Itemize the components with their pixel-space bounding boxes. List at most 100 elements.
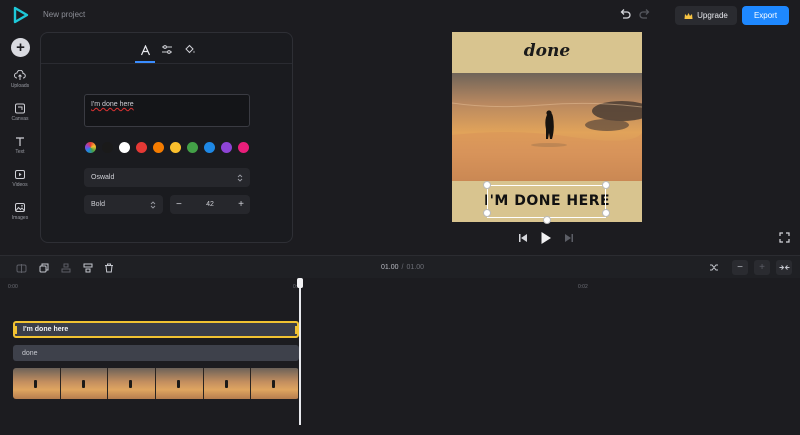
sidebar-item-text[interactable]: Text	[0, 136, 40, 166]
layer-up-icon	[83, 263, 93, 273]
clip-trim-handle-right[interactable]	[295, 326, 298, 334]
current-time: 01.00	[381, 264, 399, 271]
text-properties-panel: I'm done here Oswald Bold − 42 +	[40, 32, 293, 243]
fit-width-button[interactable]	[776, 260, 792, 275]
chevron-up-down-icon	[150, 200, 156, 209]
send-back-button[interactable]	[59, 261, 73, 275]
sidebar-item-videos[interactable]: Videos	[0, 169, 40, 199]
canvas-icon	[15, 103, 25, 114]
swatch-yellow[interactable]	[170, 142, 181, 153]
fit-timeline-button[interactable]	[706, 260, 722, 275]
shuffle-icon	[710, 264, 718, 271]
resize-handle[interactable]	[483, 181, 491, 189]
fullscreen-icon[interactable]	[779, 232, 790, 243]
image-icon	[15, 203, 25, 212]
sidebar-item-canvas[interactable]: Canvas	[0, 103, 40, 133]
panel-tabs	[41, 33, 292, 64]
photo-illustration	[452, 101, 642, 181]
video-clip[interactable]	[13, 368, 299, 399]
text-clip-label: I'm done here	[23, 326, 69, 333]
sidebar-item-label: Canvas	[11, 116, 29, 122]
video-icon	[15, 170, 25, 179]
sidebar-item-label: Images	[11, 215, 29, 221]
skip-forward-icon[interactable]	[564, 233, 574, 243]
crown-icon	[684, 12, 693, 19]
upgrade-button[interactable]: Upgrade	[675, 6, 737, 25]
duplicate-icon	[39, 263, 49, 273]
font-size-value[interactable]: 42	[206, 201, 214, 208]
sidebar-item-label: Uploads	[10, 83, 30, 89]
title-text-clip[interactable]: done	[13, 345, 299, 361]
export-button[interactable]: Export	[742, 6, 789, 25]
swatch-black[interactable]	[102, 142, 113, 153]
video-frame-thumbnail	[203, 368, 252, 399]
font-family-value: Oswald	[91, 174, 115, 181]
zoom-out-button[interactable]: −	[732, 260, 748, 275]
collapse-icon	[779, 265, 789, 270]
swatch-green[interactable]	[187, 142, 198, 153]
swatch-white[interactable]	[119, 142, 130, 153]
resize-handle[interactable]	[483, 209, 491, 217]
timeline-toolbar: 01.00/01.00 − +	[0, 255, 800, 278]
sidebar-item-label: Videos	[12, 182, 28, 188]
project-title[interactable]: New project	[43, 10, 85, 19]
trash-icon	[105, 263, 113, 273]
swatch-purple[interactable]	[221, 142, 232, 153]
sliders-icon	[162, 44, 172, 54]
total-time: 01.00	[406, 264, 425, 271]
increase-size-button[interactable]: +	[238, 199, 244, 210]
layer-down-icon	[61, 263, 71, 273]
left-sidebar: + Uploads Canvas Text Videos Images	[0, 30, 40, 255]
video-frame-thumbnail	[108, 368, 157, 399]
swatch-orange[interactable]	[153, 142, 164, 153]
resize-handle[interactable]	[602, 209, 610, 217]
zoom-in-button[interactable]: +	[754, 260, 770, 275]
decrease-size-button[interactable]: −	[176, 199, 182, 210]
tab-adjust[interactable]	[157, 39, 177, 59]
duplicate-button[interactable]	[37, 261, 51, 275]
top-bar: New project Upgrade Export	[0, 0, 800, 30]
font-weight-value: Bold	[91, 201, 106, 208]
delete-button[interactable]	[102, 261, 116, 275]
font-family-select[interactable]: Oswald	[84, 168, 250, 187]
playhead-handle[interactable]	[297, 278, 303, 288]
swatch-red[interactable]	[136, 142, 147, 153]
sidebar-item-uploads[interactable]: Uploads	[0, 70, 40, 100]
sidebar-item-label: Text	[15, 149, 25, 155]
font-weight-select[interactable]: Bold	[84, 195, 163, 214]
resize-handle[interactable]	[602, 181, 610, 189]
clip-trim-handle-left[interactable]	[14, 326, 17, 334]
swatch-pink[interactable]	[238, 142, 249, 153]
beach-penguin-photo[interactable]	[452, 73, 642, 181]
text-selection-frame	[487, 185, 606, 218]
split-icon	[16, 263, 26, 273]
text-content-input[interactable]: I'm done here	[84, 94, 250, 127]
ruler-label: 0:00	[8, 284, 18, 290]
split-button[interactable]	[14, 261, 28, 275]
color-picker-icon[interactable]	[85, 142, 96, 153]
swatch-blue[interactable]	[204, 142, 215, 153]
undo-icon[interactable]	[618, 8, 632, 22]
app-logo-icon[interactable]	[12, 6, 30, 24]
video-frame-thumbnail	[13, 368, 61, 399]
redo-icon[interactable]	[638, 8, 652, 22]
upgrade-label: Upgrade	[697, 11, 728, 20]
font-size-stepper: − 42 +	[170, 195, 250, 214]
video-frame-thumbnail	[156, 368, 204, 399]
time-display: 01.00/01.00	[381, 264, 425, 271]
tab-text-format[interactable]	[135, 39, 155, 63]
canvas-title-text[interactable]: done	[452, 41, 642, 61]
sidebar-item-images[interactable]: Images	[0, 202, 40, 232]
tab-fill[interactable]	[180, 39, 200, 59]
ruler-label: 0:02	[578, 284, 588, 290]
video-frame-thumbnail	[60, 368, 109, 399]
rotate-handle[interactable]	[543, 216, 551, 224]
add-button[interactable]: +	[11, 38, 30, 57]
text-icon	[16, 137, 24, 146]
text-clip-selected[interactable]: I'm done here	[13, 321, 299, 338]
playhead-line[interactable]	[299, 280, 301, 425]
text-format-icon	[140, 44, 150, 55]
skip-back-icon[interactable]	[518, 233, 528, 243]
bring-front-button[interactable]	[81, 261, 95, 275]
play-icon[interactable]	[540, 231, 552, 245]
